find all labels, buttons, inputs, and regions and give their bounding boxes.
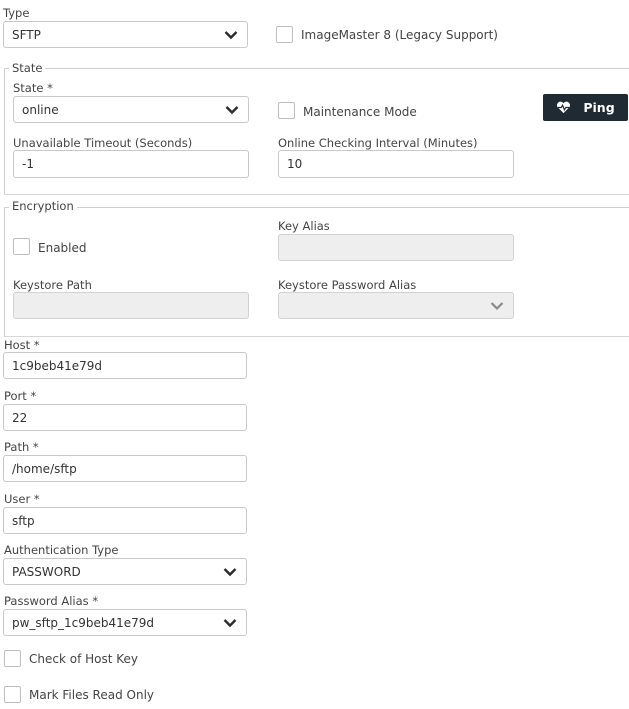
online-interval-label: Online Checking Interval (Minutes) — [278, 136, 478, 150]
keystore-path-input[interactable] — [13, 292, 249, 319]
unavailable-timeout-value: -1 — [22, 157, 34, 171]
maintenance-mode-checkbox[interactable] — [278, 102, 295, 119]
keystore-path-label: Keystore Path — [13, 278, 92, 292]
online-interval-value: 10 — [287, 157, 303, 171]
state-fieldset-bottom — [4, 194, 629, 195]
type-label: Type — [3, 6, 30, 20]
online-interval-input[interactable]: 10 — [278, 150, 514, 178]
legacy-support-label: ImageMaster 8 (Legacy Support) — [301, 28, 498, 42]
legacy-support-checkbox[interactable] — [276, 26, 293, 43]
user-label: User * — [4, 492, 40, 506]
keystore-password-alias-label: Keystore Password Alias — [278, 278, 417, 292]
password-alias-value: pw_sftp_1c9beb41e79d — [12, 615, 155, 630]
user-input[interactable]: sftp — [3, 507, 247, 534]
unavailable-timeout-input[interactable]: -1 — [13, 150, 249, 178]
path-label: Path * — [4, 440, 39, 454]
path-input[interactable]: /home/sftp — [3, 455, 247, 482]
check-host-key-checkbox[interactable] — [4, 650, 21, 667]
check-host-key-label: Check of Host Key — [29, 652, 139, 666]
chevron-down-icon — [223, 27, 239, 43]
keystore-password-alias-select[interactable] — [278, 292, 514, 319]
maintenance-mode-label: Maintenance Mode — [303, 105, 417, 119]
mark-read-only-label: Mark Files Read Only — [29, 688, 155, 702]
key-alias-input[interactable] — [278, 234, 514, 261]
heart-pulse-icon — [556, 101, 571, 114]
port-input[interactable]: 22 — [3, 404, 247, 431]
ping-button[interactable]: Ping — [543, 94, 628, 121]
encryption-fieldset-bottom — [4, 336, 629, 337]
path-value: /home/sftp — [12, 461, 77, 476]
key-alias-label: Key Alias — [278, 219, 330, 233]
encryption-enabled-checkbox[interactable] — [13, 238, 30, 255]
port-label: Port * — [4, 389, 37, 403]
state-value: online — [22, 102, 59, 117]
chevron-down-icon — [222, 615, 238, 631]
ping-button-label: Ping — [583, 100, 615, 115]
chevron-down-icon — [489, 298, 505, 314]
unavailable-timeout-label: Unavailable Timeout (Seconds) — [13, 136, 193, 150]
state-legend: State — [9, 61, 46, 75]
state-label: State * — [13, 81, 53, 95]
host-label: Host * — [4, 338, 40, 352]
user-value: sftp — [12, 513, 35, 528]
type-value: SFTP — [12, 27, 41, 42]
host-value: 1c9beb41e79d — [12, 358, 103, 373]
chevron-down-icon — [224, 102, 240, 118]
host-input[interactable]: 1c9beb41e79d — [3, 352, 247, 379]
auth-type-label: Authentication Type — [4, 543, 119, 557]
encryption-enabled-label: Enabled — [38, 241, 87, 255]
password-alias-label: Password Alias * — [4, 594, 99, 608]
auth-type-value: PASSWORD — [12, 564, 81, 579]
type-select[interactable]: SFTP — [3, 21, 248, 48]
state-select[interactable]: online — [13, 96, 249, 123]
auth-type-select[interactable]: PASSWORD — [3, 558, 247, 585]
port-value: 22 — [12, 410, 28, 425]
password-alias-select[interactable]: pw_sftp_1c9beb41e79d — [3, 609, 247, 636]
chevron-down-icon — [222, 564, 238, 580]
mark-read-only-checkbox[interactable] — [4, 686, 21, 703]
encryption-legend: Encryption — [9, 199, 77, 213]
